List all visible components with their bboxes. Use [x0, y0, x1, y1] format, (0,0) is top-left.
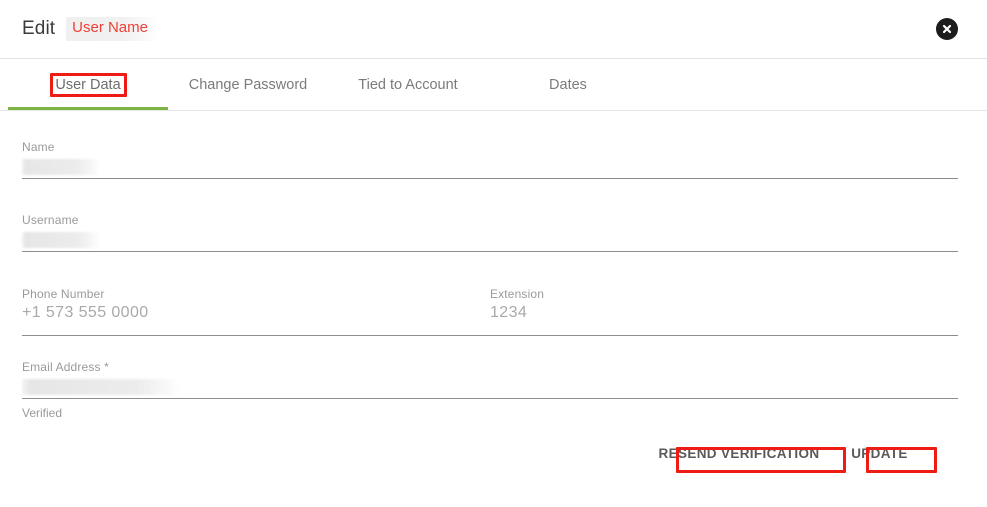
dialog-header: Edit User Name	[0, 0, 987, 59]
tab-tied-to-account[interactable]: Tied to Account	[328, 59, 488, 110]
field-name-label: Name	[22, 140, 55, 154]
resend-verification-button[interactable]: RESEND VERIFICATION	[654, 440, 824, 466]
field-phone-placeholder[interactable]: +1 573 555 0000	[22, 301, 472, 325]
field-extension: Extension 1234	[490, 287, 938, 325]
user-data-form: Name Username Phone Number +1 573 555 00…	[0, 111, 987, 507]
edit-user-dialog: Edit User Name User Data Change Password…	[0, 0, 987, 507]
user-name-badge: User Name	[66, 17, 158, 41]
field-phone: Phone Number +1 573 555 0000	[22, 287, 472, 325]
field-phone-extension-row: Phone Number +1 573 555 0000 Extension 1…	[22, 287, 958, 339]
field-email-value-redacted[interactable]	[22, 379, 180, 395]
field-username-value-redacted[interactable]	[22, 232, 100, 248]
page-title: Edit	[22, 18, 56, 39]
tab-user-data[interactable]: User Data	[8, 59, 168, 110]
active-tab-indicator	[8, 107, 168, 110]
field-extension-label: Extension	[490, 287, 545, 301]
tab-dates-label: Dates	[549, 76, 587, 93]
tab-dates[interactable]: Dates	[488, 59, 648, 110]
field-username-label: Username	[22, 213, 79, 227]
tab-change-password-label: Change Password	[188, 76, 308, 93]
close-icon[interactable]	[936, 18, 958, 40]
field-name-value-redacted[interactable]	[22, 159, 100, 175]
tab-bar: User Data Change Password Tied to Accoun…	[0, 59, 987, 111]
field-email: Email Address * Verified	[22, 360, 958, 420]
field-email-helper: Verified	[22, 406, 63, 420]
field-name: Name	[22, 140, 958, 179]
field-email-underline	[22, 398, 958, 399]
field-phone-extension-underline	[22, 335, 958, 336]
tab-user-data-label: User Data	[55, 76, 121, 93]
field-phone-label: Phone Number	[22, 287, 105, 301]
field-name-underline	[22, 178, 958, 179]
field-username: Username	[22, 213, 958, 252]
tab-tied-to-account-label: Tied to Account	[358, 76, 458, 93]
update-label: UPDATE	[851, 445, 908, 461]
resend-verification-label: RESEND VERIFICATION	[658, 445, 820, 461]
tab-change-password[interactable]: Change Password	[168, 59, 328, 110]
field-email-label: Email Address *	[22, 360, 109, 374]
update-button[interactable]: UPDATE	[844, 440, 915, 466]
field-extension-placeholder[interactable]: 1234	[490, 301, 938, 325]
field-username-underline	[22, 251, 958, 252]
